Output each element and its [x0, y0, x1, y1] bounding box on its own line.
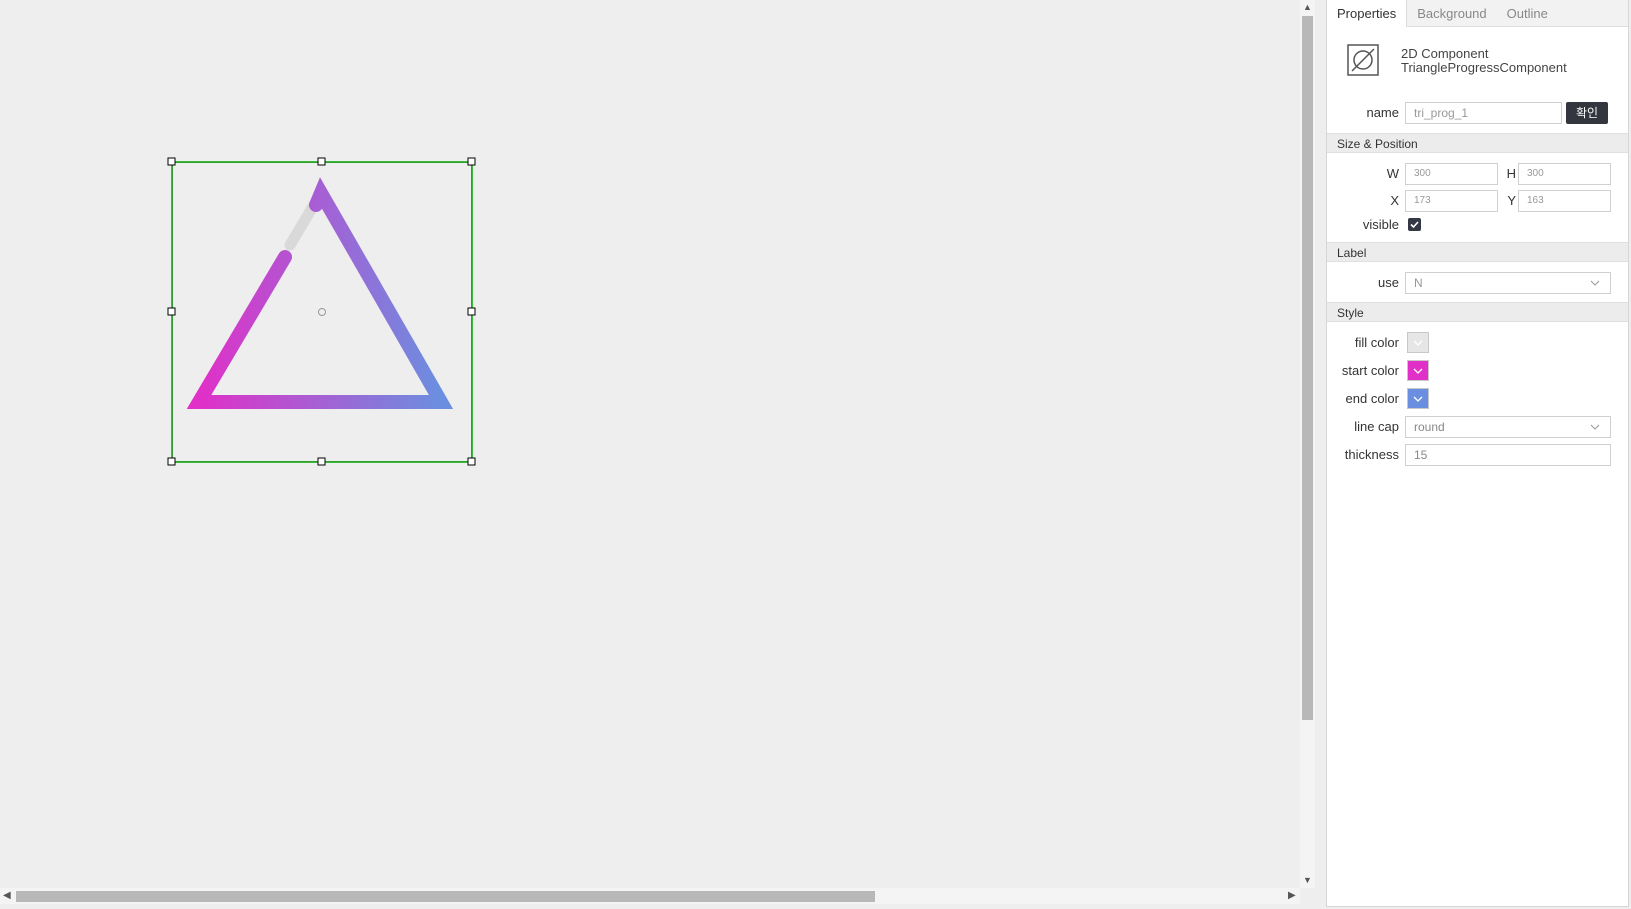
y-input[interactable]: 163: [1518, 190, 1611, 212]
handle-mid-left[interactable]: [167, 307, 176, 316]
name-input[interactable]: tri_prog_1: [1405, 102, 1562, 124]
vertical-scroll-thumb[interactable]: [1302, 16, 1313, 720]
fill-color-picker[interactable]: [1407, 332, 1429, 353]
tab-properties[interactable]: Properties: [1327, 0, 1408, 27]
end-color-picker[interactable]: [1407, 388, 1429, 409]
canvas-svg: [167, 157, 476, 466]
handle-top-center[interactable]: [317, 157, 326, 166]
x-label: X: [1390, 193, 1399, 208]
start-color-picker[interactable]: [1407, 360, 1429, 381]
section-label[interactable]: Label: [1327, 242, 1628, 262]
fill-color-label: fill color: [1354, 335, 1399, 350]
properties-panel: Properties Background Outline 2D Compone…: [1326, 0, 1629, 907]
component-type: TriangleProgressComponent: [1401, 60, 1567, 75]
horizontal-scrollbar[interactable]: ◀ ▶: [0, 888, 1300, 904]
checkmark-icon: [1410, 221, 1419, 229]
section-style[interactable]: Style: [1327, 302, 1628, 322]
chevron-down-icon: [1413, 396, 1423, 402]
component-type-icon: [1347, 44, 1379, 76]
use-select[interactable]: N: [1405, 272, 1611, 294]
scroll-up-arrow-icon[interactable]: ▲: [1300, 1, 1315, 13]
handle-top-right[interactable]: [467, 157, 476, 166]
section-size-position[interactable]: Size & Position: [1327, 133, 1628, 153]
height-label: H: [1506, 166, 1516, 181]
confirm-name-button[interactable]: 확인: [1566, 102, 1608, 124]
component-info: 2D Component TriangleProgressComponent: [1401, 47, 1567, 75]
y-label: Y: [1507, 193, 1516, 208]
tab-background[interactable]: Background: [1407, 0, 1496, 26]
line-cap-select[interactable]: round: [1405, 416, 1611, 438]
handle-bottom-center[interactable]: [317, 457, 326, 466]
tab-outline[interactable]: Outline: [1497, 0, 1558, 26]
handle-mid-right[interactable]: [467, 307, 476, 316]
triangle-progress: [186, 177, 454, 409]
scroll-right-arrow-icon[interactable]: ▶: [1288, 889, 1296, 903]
triangle-progress-component[interactable]: [186, 177, 454, 409]
name-label: name: [1366, 105, 1399, 120]
width-label: W: [1386, 166, 1399, 181]
line-cap-label: line cap: [1354, 419, 1399, 434]
visible-checkbox[interactable]: [1408, 218, 1421, 231]
chevron-down-icon: [1413, 340, 1423, 346]
handle-bottom-left[interactable]: [167, 457, 176, 466]
component-category: 2D Component: [1401, 46, 1489, 61]
vertical-scrollbar[interactable]: ▲ ▼: [1300, 0, 1315, 888]
visible-label: visible: [1362, 217, 1399, 232]
use-label: use: [1378, 275, 1399, 290]
chevron-down-icon: [1413, 368, 1423, 374]
use-select-value: N: [1414, 276, 1423, 290]
scroll-left-arrow-icon[interactable]: ◀: [3, 889, 11, 903]
handle-bottom-right[interactable]: [467, 457, 476, 466]
handle-top-left[interactable]: [167, 157, 176, 166]
panel-tabs: Properties Background Outline: [1327, 0, 1628, 27]
horizontal-scroll-thumb[interactable]: [16, 891, 875, 902]
end-color-label: end color: [1345, 391, 1399, 406]
scroll-down-arrow-icon[interactable]: ▼: [1300, 874, 1315, 886]
rotation-center-handle[interactable]: [318, 308, 326, 316]
start-color-label: start color: [1341, 363, 1399, 378]
canvas-area[interactable]: [0, 0, 1306, 909]
thickness-input[interactable]: 15: [1405, 444, 1611, 466]
thickness-label: thickness: [1344, 447, 1399, 462]
chevron-down-icon: [1590, 280, 1600, 286]
height-input[interactable]: 300: [1518, 163, 1611, 185]
chevron-down-icon: [1590, 424, 1600, 430]
line-cap-value: round: [1414, 420, 1445, 434]
